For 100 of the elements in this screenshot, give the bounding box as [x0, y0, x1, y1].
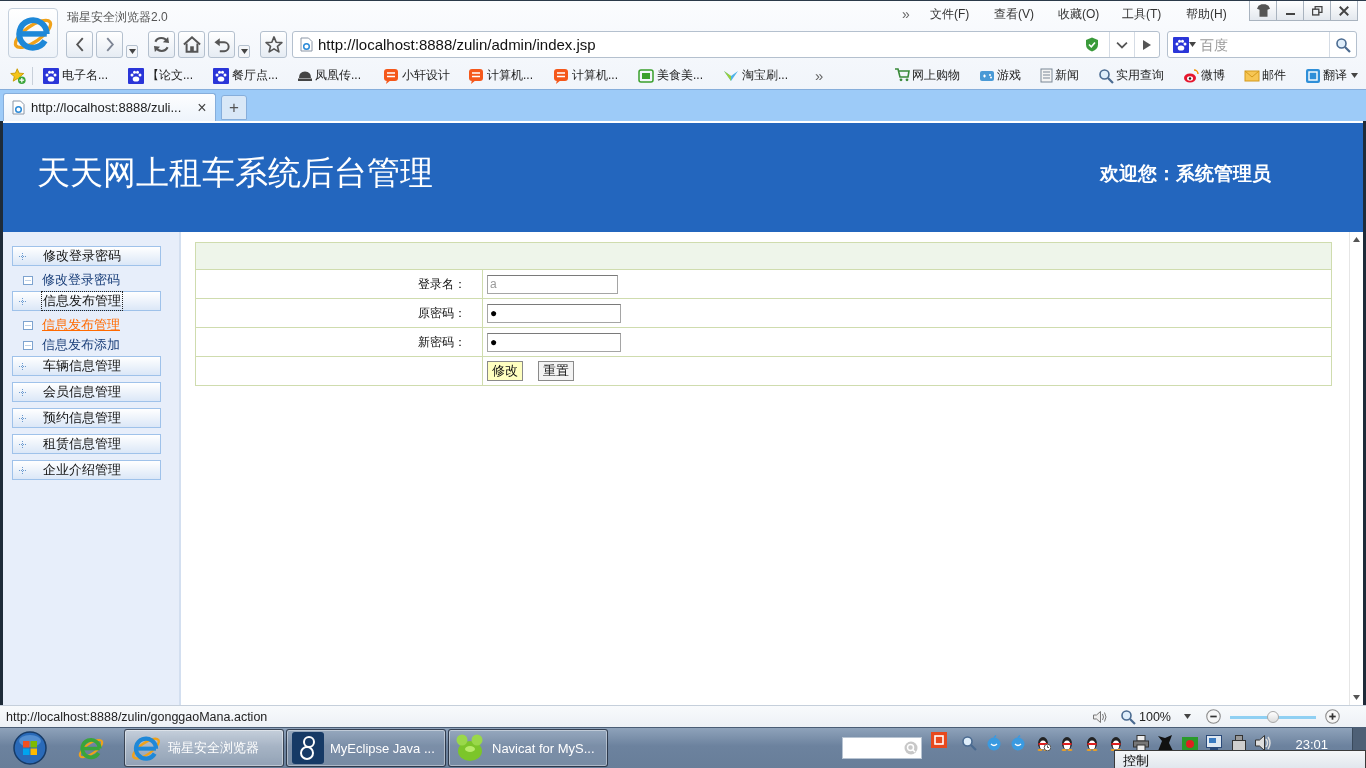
- shirt-icon: [1256, 4, 1270, 17]
- menu-overflow-button[interactable]: »: [902, 1, 930, 27]
- history-dropdown-button[interactable]: [126, 45, 138, 58]
- quick-link[interactable]: 游戏: [979, 64, 1021, 87]
- sidebar-section-button[interactable]: 修改登录密码: [12, 246, 161, 266]
- bookmark-link[interactable]: 计算机...: [553, 64, 638, 87]
- tile-icon: [1305, 67, 1321, 84]
- plus-icon: [19, 466, 26, 474]
- sidebar-section-button[interactable]: 信息发布管理: [12, 291, 161, 311]
- zoom-in-button[interactable]: [1325, 709, 1340, 724]
- eye-icon: [1183, 68, 1199, 83]
- magnifier-icon: [961, 735, 978, 751]
- quick-link[interactable]: 邮件: [1244, 64, 1286, 87]
- play-icon: [1143, 39, 1151, 50]
- address-bar[interactable]: http://localhost:8888/zulin/admin/index.jsp: [292, 31, 1160, 58]
- quick-link[interactable]: 网上购物: [894, 64, 960, 87]
- screen-icon: [638, 68, 654, 83]
- close-button[interactable]: [1330, 1, 1358, 21]
- smiley-icon: [1010, 735, 1027, 751]
- browser-tab[interactable]: http://localhost:8888/zuli... ×: [3, 93, 216, 121]
- undo-dropdown-button[interactable]: [238, 45, 250, 58]
- skin-button[interactable]: [1249, 1, 1277, 21]
- search-box[interactable]: 百度: [1167, 31, 1357, 58]
- form-label: 新密码：: [418, 334, 466, 349]
- scrollbar[interactable]: [1349, 232, 1363, 705]
- menu-item[interactable]: 查看(V): [994, 1, 1058, 27]
- paw-icon: [128, 67, 144, 84]
- page-icon: [12, 100, 25, 115]
- quick-link[interactable]: 新闻: [1040, 64, 1079, 87]
- bookmark-link[interactable]: 小轩设计: [383, 64, 468, 87]
- status-url: http://localhost:8888/zulin/gonggaoMana.action: [6, 709, 269, 724]
- add-favorite-icon: [10, 67, 26, 84]
- dome-icon: [298, 70, 312, 81]
- sidebar-section-button[interactable]: 企业介绍管理: [12, 460, 161, 480]
- form-label: 登录名：: [418, 276, 466, 291]
- start-button[interactable]: [10, 728, 50, 768]
- slider-thumb[interactable]: [1267, 710, 1279, 723]
- zoom-out-button[interactable]: [1206, 709, 1221, 724]
- sidebar-section-button[interactable]: 预约信息管理: [12, 408, 161, 428]
- quick-link[interactable]: 翻译: [1305, 64, 1347, 87]
- sidebar-link[interactable]: 修改登录密码: [12, 270, 120, 290]
- sidebar-link[interactable]: 信息发布添加: [12, 335, 120, 355]
- search-field[interactable]: 百度: [1196, 33, 1329, 56]
- newspaper-icon: [1040, 68, 1053, 83]
- sidebar-section-button[interactable]: 车辆信息管理: [12, 356, 161, 376]
- browser-logo-icon: [8, 8, 58, 58]
- minimize-button[interactable]: [1276, 1, 1304, 21]
- caret-icon: [1189, 42, 1196, 47]
- bookmark-link[interactable]: 【论文...: [128, 64, 213, 87]
- quick-link[interactable]: 微博: [1183, 64, 1225, 87]
- bookmark-link[interactable]: 电子名...: [43, 64, 128, 87]
- plus-icon: [1325, 709, 1340, 724]
- form-label: 原密码：: [418, 305, 466, 320]
- speech-bubble-icon: [553, 67, 569, 84]
- password-field[interactable]: ●: [487, 332, 621, 352]
- sidebar-section-button[interactable]: 会员信息管理: [12, 382, 161, 402]
- forward-chevron-icon: [104, 37, 115, 52]
- refresh-button[interactable]: [148, 31, 175, 58]
- bookmark-link[interactable]: 餐厅点...: [213, 64, 298, 87]
- new-tab-button[interactable]: +: [221, 95, 247, 120]
- bookmark-link[interactable]: 凤凰传...: [298, 64, 383, 87]
- address-field[interactable]: http://localhost:8888/zulin/admin/index.jsp: [313, 33, 1075, 56]
- cart-icon: [894, 68, 910, 83]
- bookmark-link[interactable]: 美食美...: [638, 64, 723, 87]
- bookmark-link[interactable]: 计算机...: [468, 64, 553, 87]
- quick-link[interactable]: 实用查询: [1098, 64, 1164, 87]
- bookmarks-overflow-button[interactable]: »: [815, 64, 824, 87]
- sidebar-section-button[interactable]: 租赁信息管理: [12, 434, 161, 454]
- home-button[interactable]: [178, 31, 205, 58]
- menu-item[interactable]: 控制: [1117, 752, 1155, 768]
- speech-bubble-icon: [468, 67, 484, 84]
- zoom-icon: [1120, 708, 1136, 725]
- menu-item[interactable]: 工具(T): [1122, 1, 1186, 27]
- monitor-icon: [1206, 735, 1223, 751]
- speaker-icon: [1093, 710, 1108, 723]
- menu-item[interactable]: 收藏(O): [1058, 1, 1122, 27]
- menu-item[interactable]: 文件(F): [930, 1, 994, 27]
- password-field[interactable]: ●: [487, 303, 621, 323]
- submit-button[interactable]: 修改: [487, 361, 523, 381]
- tile-icon: [931, 732, 948, 748]
- restore-button[interactable]: [1303, 1, 1331, 21]
- box-icon: [23, 275, 33, 285]
- menu-item[interactable]: 帮助(H): [1186, 1, 1250, 27]
- favorite-button[interactable]: [260, 31, 287, 58]
- box-icon: [23, 340, 33, 350]
- caret-icon: [240, 49, 248, 54]
- page-icon: [300, 37, 313, 52]
- back-button[interactable]: [66, 31, 93, 58]
- start-orb-icon: [13, 731, 47, 765]
- plus-icon: [19, 414, 26, 422]
- zoom-button[interactable]: 100%: [1120, 708, 1191, 725]
- paw-icon: [43, 67, 59, 84]
- window-title: 瑞星安全浏览器2.0: [67, 9, 168, 26]
- undo-button[interactable]: [208, 31, 235, 58]
- tray-search-field[interactable]: [842, 737, 923, 759]
- close-tab-button[interactable]: ×: [195, 99, 209, 116]
- paw-icon: [1173, 36, 1189, 53]
- reset-button[interactable]: 重置: [538, 361, 574, 381]
- speech-bubble-icon: [383, 67, 399, 84]
- bookmark-link[interactable]: 淘宝刷...: [723, 64, 808, 87]
